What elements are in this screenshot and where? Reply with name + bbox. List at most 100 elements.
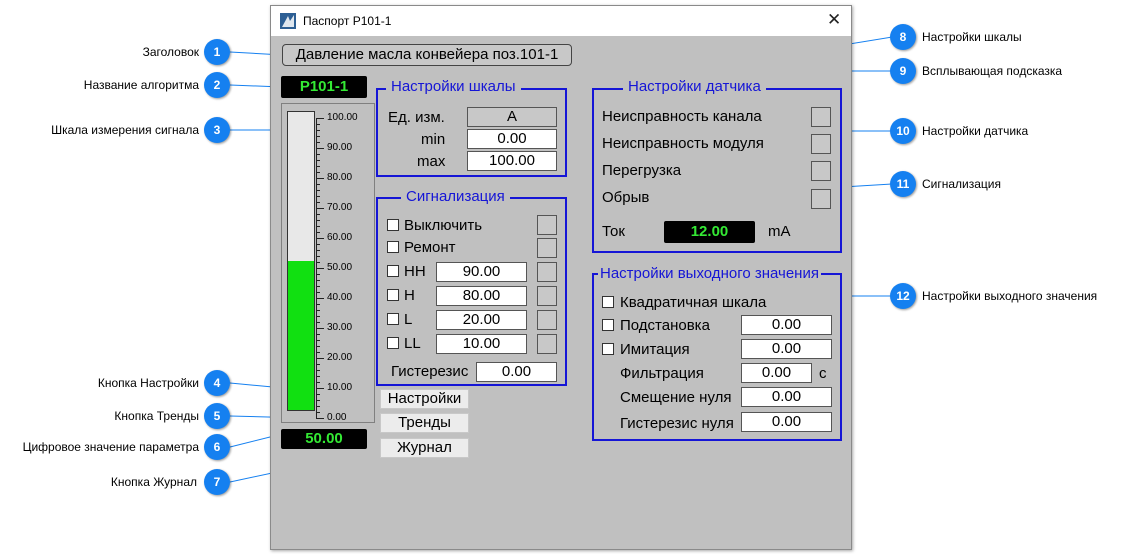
overload-indicator [811, 161, 831, 181]
scale-tick-label: 60.00 [327, 232, 353, 243]
ll-indicator [537, 334, 557, 354]
callout-label-12: Настройки выходного значения [922, 289, 1098, 303]
h-field[interactable]: 80.00 [436, 286, 527, 306]
zero-hysteresis-label: Гистерезис нуля [620, 415, 734, 432]
scale-axis-line [316, 118, 317, 418]
repair-label: Ремонт [404, 239, 456, 256]
scale-tick-label: 80.00 [327, 172, 353, 183]
callout-badge-6: 6 [204, 434, 230, 460]
hh-checkbox[interactable] [387, 265, 399, 277]
level-bar-fill [288, 261, 314, 410]
l-indicator [537, 310, 557, 330]
callout-label-10: Настройки датчика [922, 124, 1029, 138]
current-value: 12.00 [664, 221, 755, 243]
current-unit: mA [768, 223, 791, 240]
scale-tick-major [316, 148, 324, 149]
hh-field[interactable]: 90.00 [436, 262, 527, 282]
substitution-field[interactable]: 0.00 [741, 315, 832, 335]
alarm-hysteresis-field[interactable]: 0.00 [476, 362, 557, 382]
module-fault-label: Неисправность модуля [602, 135, 764, 152]
trends-button[interactable]: Тренды [380, 413, 469, 433]
scale-tick-label: 70.00 [327, 202, 353, 213]
callout-label-11: Сигнализация [922, 177, 1002, 191]
callout-badge-8: 8 [890, 24, 916, 50]
scale-ticks: 100.00 90.00 80.00 70.00 60.00 50.00 40.00 30.0… [316, 104, 376, 424]
journal-button[interactable]: Журнал [380, 438, 469, 458]
imitation-label: Имитация [620, 341, 690, 358]
min-field[interactable]: 0.00 [467, 129, 557, 149]
output-settings-title: Настройки выходного значения [598, 265, 821, 282]
callout-badge-12: 12 [890, 283, 916, 309]
callout-badge-10: 10 [890, 118, 916, 144]
callout-label-1: Заголовок [142, 45, 199, 59]
channel-fault-label: Неисправность канала [602, 108, 762, 125]
alarm-hysteresis-label: Гистерезис [391, 363, 469, 380]
callout-label-8: Настройки шкалы [922, 30, 1022, 44]
callout-label-5: Кнопка Тренды [114, 409, 199, 423]
max-label: max [417, 153, 446, 170]
passport-window: Паспорт P101-1 ✕ Давление масла конвейер… [270, 5, 852, 550]
callout-badge-3: 3 [204, 117, 230, 143]
hh-label: HH [404, 263, 426, 280]
scale-tick-label: 20.00 [327, 352, 353, 363]
l-label: L [404, 311, 413, 328]
callout-badge-7: 7 [204, 469, 230, 495]
disable-label: Выключить [404, 217, 483, 234]
imitation-checkbox[interactable] [602, 343, 614, 355]
settings-button[interactable]: Настройки [380, 389, 469, 409]
h-checkbox[interactable] [387, 289, 399, 301]
scale-tick-major [316, 358, 324, 359]
min-label: min [421, 131, 446, 148]
overload-label: Перегрузка [602, 162, 682, 179]
window-title: Паспорт P101-1 [303, 14, 392, 28]
repair-checkbox[interactable] [387, 241, 399, 253]
callout-label-6: Цифровое значение параметра [22, 440, 199, 454]
imitation-field[interactable]: 0.00 [741, 339, 832, 359]
scale-tick-major [316, 298, 324, 299]
close-icon[interactable]: ✕ [827, 10, 841, 30]
scale-tick-major [316, 418, 324, 419]
module-fault-indicator [811, 134, 831, 154]
zero-offset-field[interactable]: 0.00 [741, 387, 832, 407]
scale-tick-label: 10.00 [327, 382, 353, 393]
h-indicator [537, 286, 557, 306]
repair-indicator [537, 238, 557, 258]
sensor-settings-title: Настройки датчика [623, 78, 766, 95]
callout-label-9: Всплывающая подсказка [922, 64, 1063, 78]
app-icon [280, 13, 296, 29]
scale-tick-label: 50.00 [327, 262, 353, 273]
scale-tick-label: 90.00 [327, 142, 353, 153]
unit-label: Ед. изм. [388, 109, 445, 126]
alarms-title: Сигнализация [401, 188, 510, 205]
scale-tick-major [316, 208, 324, 209]
filtration-unit: с [819, 365, 827, 382]
scale-tick-major [316, 388, 324, 389]
channel-fault-indicator [811, 107, 831, 127]
scale-tick-major [316, 328, 324, 329]
scale-tick-label: 40.00 [327, 292, 353, 303]
callout-label-3: Шкала измерения сигнала [51, 123, 199, 137]
filtration-field[interactable]: 0.00 [741, 363, 812, 383]
scale-settings-title: Настройки шкалы [386, 78, 521, 95]
title-bar[interactable]: Паспорт P101-1 ✕ [271, 6, 851, 36]
zero-offset-label: Смещение нуля [620, 389, 732, 406]
l-checkbox[interactable] [387, 313, 399, 325]
l-field[interactable]: 20.00 [436, 310, 527, 330]
scale-tick-label: 100.00 [327, 112, 358, 123]
ll-field[interactable]: 10.00 [436, 334, 527, 354]
disable-checkbox[interactable] [387, 219, 399, 231]
ll-checkbox[interactable] [387, 337, 399, 349]
unit-field[interactable]: A [467, 107, 557, 127]
current-label: Ток [602, 223, 625, 240]
level-bar-track [287, 111, 315, 411]
max-field[interactable]: 100.00 [467, 151, 557, 171]
param-title: Давление масла конвейера поз.101-1 [282, 44, 572, 66]
scale-tick-major [316, 268, 324, 269]
filtration-label: Фильтрация [620, 365, 704, 382]
callout-label-7: Кнопка Журнал [110, 475, 197, 489]
zero-hysteresis-field[interactable]: 0.00 [741, 412, 832, 432]
substitution-checkbox[interactable] [602, 319, 614, 331]
square-scale-checkbox[interactable] [602, 296, 614, 308]
scale-tick-label: 0.00 [327, 412, 347, 423]
algorithm-name: P101-1 [281, 76, 367, 98]
